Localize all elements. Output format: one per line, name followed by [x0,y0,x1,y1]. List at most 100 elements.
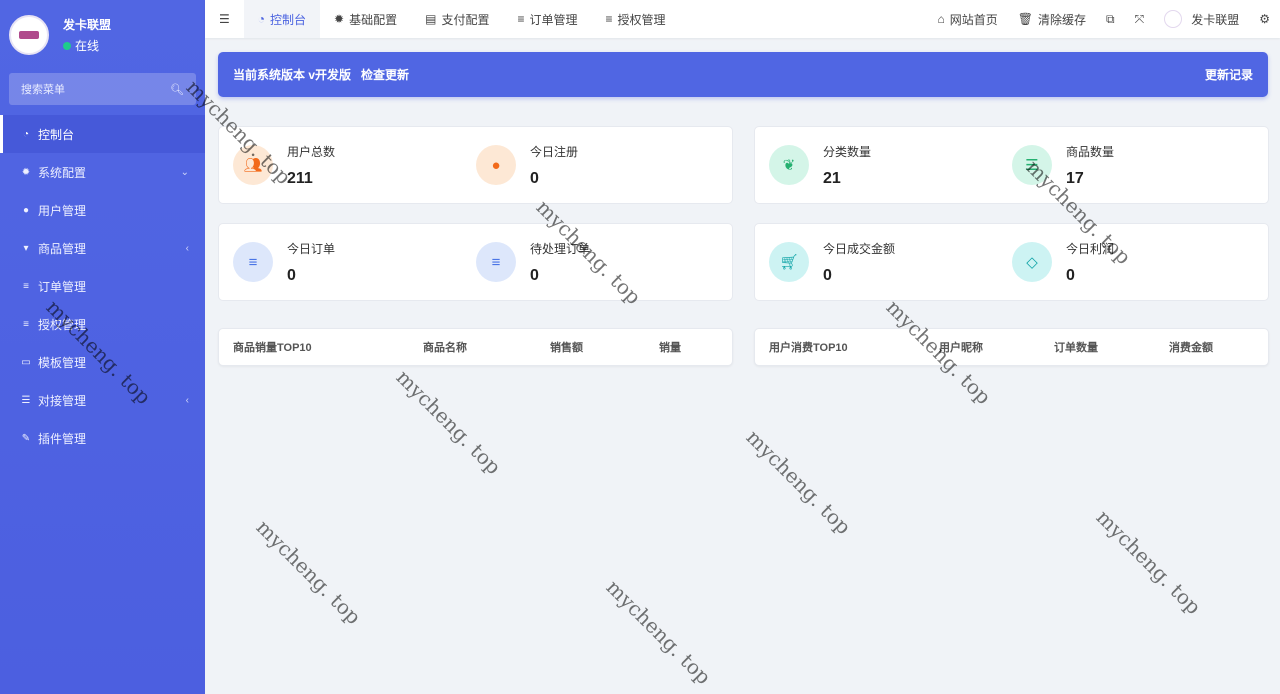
sidebar-item-label: 用户管理 [38,203,87,218]
stats-card: 🛒︎ 今日成交金额 0 ◇ 今日利润 0 [754,223,1269,301]
stat-today-registrations: ● 今日注册 0 [462,127,705,203]
sidebar-item-templates[interactable]: ▭ 模板管理 [0,343,205,381]
sidebar-item-label: 订单管理 [38,279,87,294]
chevron-left-icon: ‹ [185,394,189,406]
list-icon: ≡ [23,318,29,330]
column-header: 商品销量TOP10 [233,342,312,354]
stat-value: 0 [823,266,832,284]
diamond-icon: ◇ [1012,242,1052,282]
stat-value: 17 [1066,169,1084,187]
chevron-left-icon: ‹ [185,242,189,254]
stat-label: 用户总数 [287,144,336,159]
stat-today-profit: ◇ 今日利润 0 [998,224,1241,300]
column-header: 销量 [659,342,681,354]
sidebar-item-users[interactable]: ● 用户管理 [0,191,205,229]
search-icon[interactable]: 🔍︎ [170,83,184,96]
column-header: 销售额 [550,342,583,354]
home-link[interactable]: ⌂ 网站首页 [928,0,1008,38]
sidebar: 发卡联盟 在线 搜索菜单 🔍︎ ◔ 控制台 ✹ 系统配置 ⌄ ● 用户管理 ▾ 商品管理 ‹ … [0,0,205,694]
tab-basic-config[interactable]: ✹ 基础配置 [320,0,411,38]
table-icon: ▤ [425,12,437,26]
stats-card: ≡ 今日订单 0 ≡ 待处理订单 0 [218,223,733,301]
top-navbar: ☰ ◔ 控制台 ✹ 基础配置 ▤ 支付配置 ≡ 订单管理 ≡ 授权管理 ⌂ 网站首页 🗑︎ 清… [205,0,1280,38]
stat-categories: ❦ 分类数量 21 [755,127,998,203]
stat-value: 0 [530,169,539,187]
home-label: 网站首页 [949,12,998,27]
stat-label: 今日注册 [530,144,579,159]
stat-value: 211 [287,169,313,187]
sidebar-item-integrations[interactable]: ☰ 对接管理 ‹ [0,381,205,419]
leaf-icon: ❦ [769,145,809,185]
clear-cache-button[interactable]: 🗑︎ 清除缓存 [1008,0,1096,38]
home-icon: ⌂ [937,12,945,26]
sidebar-item-label: 插件管理 [38,431,87,446]
users-icon: 👥︎ [233,145,273,185]
list-icon: ≡ [605,12,613,26]
tab-auth[interactable]: ≡ 授权管理 [592,0,680,38]
avatar [1164,10,1183,28]
tab-orders[interactable]: ≡ 订单管理 [503,0,591,38]
stat-today-revenue: 🛒︎ 今日成交金额 0 [755,224,998,300]
template-icon: ▭ [21,356,31,368]
watermark: mycheng. top [741,424,856,540]
user-panel: 发卡联盟 在线 [0,0,205,70]
stats-card: 👥︎ 用户总数 211 ● 今日注册 0 [218,126,733,204]
settings-button[interactable]: ⚙ [1249,0,1280,38]
stats-card: ❦ 分类数量 21 ☰ 商品数量 17 [754,126,1269,204]
stat-label: 今日利润 [1066,241,1115,256]
translate-button[interactable]: ⧉ [1096,0,1125,38]
plug-icon: ✎ [21,432,31,444]
sidebar-item-auth[interactable]: ≡ 授权管理 [0,305,205,343]
stat-today-orders: ≡ 今日订单 0 [219,224,462,300]
menu-toggle-button[interactable]: ☰ [205,0,244,38]
language-icon: ⧉ [1106,11,1115,26]
watermark: mycheng. top [601,574,716,690]
menu-search-input[interactable]: 搜索菜单 🔍︎ [9,73,196,105]
sidebar-item-label: 系统配置 [38,165,87,180]
stat-label: 今日成交金额 [823,241,896,256]
gears-icon: ⚙ [1259,12,1270,26]
stat-pending-orders: ≡ 待处理订单 0 [462,224,705,300]
stat-value: 0 [1066,266,1075,284]
search-placeholder: 搜索菜单 [21,84,65,96]
gear-icon: ✹ [334,12,345,26]
tab-label: 支付配置 [441,12,490,27]
check-update-link[interactable]: 检查更新 [361,66,409,83]
tab-label: 基础配置 [349,12,398,27]
tab-label: 授权管理 [617,12,666,27]
tab-payment-config[interactable]: ▤ 支付配置 [411,0,503,38]
user-icon: ● [22,204,30,216]
fullscreen-button[interactable]: ⤧ [1125,0,1155,38]
list-icon: ≡ [23,280,29,292]
stat-goods: ☰ 商品数量 17 [998,127,1241,203]
user-menu[interactable]: 发卡联盟 [1154,0,1249,38]
watermark: mycheng. top [391,364,506,480]
sidebar-item-dashboard[interactable]: ◔ 控制台 [0,115,205,153]
sidebar-item-plugins[interactable]: ✎ 插件管理 [0,419,205,457]
sidebar-item-goods[interactable]: ▾ 商品管理 ‹ [0,229,205,267]
gear-icon: ✹ [21,166,31,178]
stat-label: 待处理订单 [530,241,591,256]
fullscreen-icon: ⤧ [1134,11,1145,26]
stat-value: 0 [530,266,539,284]
sidebar-item-system-config[interactable]: ✹ 系统配置 ⌄ [0,153,205,191]
column-header: 订单数量 [1054,342,1098,354]
clear-cache-label: 清除缓存 [1038,12,1087,27]
tab-label: 订单管理 [529,12,578,27]
stat-value: 21 [823,169,841,187]
sidebar-item-orders[interactable]: ≡ 订单管理 [0,267,205,305]
stat-label: 分类数量 [823,144,872,159]
tab-dashboard[interactable]: ◔ 控制台 [243,0,321,38]
changelog-link[interactable]: 更新记录 [1205,66,1253,83]
sidebar-item-label: 模板管理 [38,355,87,370]
cart-icon: 🛒︎ [769,242,809,282]
sidebar-item-label: 商品管理 [38,241,87,256]
sidebar-item-label: 对接管理 [38,393,87,408]
list-icon: ≡ [233,242,273,282]
column-header: 消费金额 [1169,342,1213,354]
avatar [9,15,49,55]
online-dot-icon [63,41,71,50]
user-icon: ● [476,145,516,185]
dashboard-icon: ◔ [22,128,30,140]
stat-value: 0 [287,266,296,284]
